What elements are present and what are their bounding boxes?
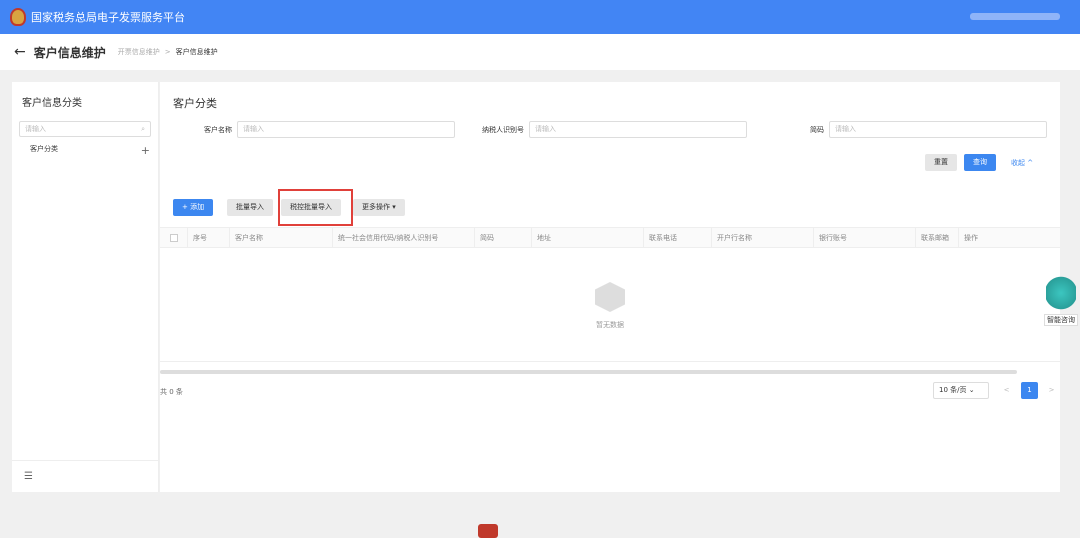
col-bank-account: 银行账号 (813, 228, 847, 248)
taxpayer-id-input[interactable]: 请输入 (529, 121, 747, 138)
page-title: 客户信息维护 (33, 45, 106, 60)
select-all-checkbox[interactable] (170, 234, 178, 242)
next-page-button[interactable]: > (1043, 382, 1060, 399)
col-address: 地址 (531, 228, 551, 248)
total-count: 共 0 条 (160, 388, 183, 396)
breadcrumb-separator: > (164, 48, 171, 56)
main-panel: 客户分类 客户名称 请输入 纳税人识别号 请输入 简码 请输入 重置 查询 收起… (160, 82, 1060, 492)
tree-item-label: 客户分类 (30, 145, 58, 153)
collapse-link[interactable]: 收起 ^ (1011, 158, 1033, 168)
batch-import-button[interactable]: 批量导入 (227, 199, 273, 216)
filter-label: 客户名称 (204, 125, 232, 134)
col-bank-name: 开户行名称 (711, 228, 752, 248)
add-category-icon[interactable]: + (141, 144, 150, 157)
search-placeholder: 请输入 (25, 125, 46, 133)
table-header: 序号 客户名称 统一社会信用代码/纳税人识别号 简码 地址 联系电话 开户行名称… (160, 227, 1060, 248)
emblem-logo (10, 8, 26, 26)
customer-name-input[interactable]: 请输入 (237, 121, 455, 138)
robot-avatar-icon[interactable] (1046, 275, 1076, 315)
short-code-input[interactable]: 请输入 (829, 121, 1047, 138)
page-size-select[interactable]: 10 条/页 ⌄ (933, 382, 989, 399)
breadcrumb-item[interactable]: 开票信息维护 (118, 47, 160, 57)
search-icon[interactable]: ⌕ (141, 125, 145, 134)
prev-page-button[interactable]: < (998, 382, 1015, 399)
col-short-code: 简码 (474, 228, 494, 248)
section-title: 客户分类 (173, 97, 217, 110)
breadcrumb-current: 客户信息维护 (175, 48, 218, 56)
footer-logo (478, 524, 498, 538)
empty-box-icon (595, 282, 625, 312)
tree-item-customer-category[interactable]: 客户分类 + (12, 137, 158, 157)
page-1-button[interactable]: 1 (1021, 382, 1038, 399)
sidebar-title: 客户信息分类 (22, 98, 82, 109)
empty-state: 暂无数据 (160, 248, 1060, 362)
filter-label: 简码 (810, 125, 824, 134)
filter-label: 纳税人识别号 (482, 125, 524, 134)
query-button[interactable]: 查询 (964, 154, 996, 171)
highlight-box (278, 189, 353, 226)
page-header: ← 客户信息维护 开票信息维护 > 客户信息维护 (0, 34, 1080, 70)
empty-text: 暂无数据 (596, 321, 624, 329)
back-arrow-icon[interactable]: ← (14, 44, 26, 60)
sidebar: 客户信息分类 请输入 ⌕ 客户分类 + ☰ (12, 82, 159, 492)
filter-customer-name: 客户名称 请输入 (204, 121, 455, 138)
user-info[interactable] (970, 13, 1060, 20)
sidebar-search-input[interactable]: 请输入 ⌕ (19, 121, 151, 137)
col-phone: 联系电话 (643, 228, 677, 248)
smart-consult-label[interactable]: 智能咨询 (1044, 314, 1078, 326)
col-actions: 操作 (958, 228, 978, 248)
more-actions-dropdown[interactable]: 更多操作 ▾ (353, 199, 405, 216)
col-email: 联系邮箱 (915, 228, 949, 248)
top-bar: 国家税务总局电子发票服务平台 (0, 0, 1080, 34)
collapse-menu-icon[interactable]: ☰ (24, 471, 33, 482)
reset-button[interactable]: 重置 (925, 154, 957, 171)
filter-taxpayer-id: 纳税人识别号 请输入 (482, 121, 747, 138)
horizontal-scrollbar[interactable] (160, 370, 1017, 374)
col-index: 序号 (187, 228, 207, 248)
col-customer-name: 客户名称 (229, 228, 263, 248)
add-button[interactable]: + 添加 (173, 199, 214, 216)
col-credit-code: 统一社会信用代码/纳税人识别号 (332, 228, 438, 248)
smart-consult-widget[interactable]: 智能咨询 (1042, 275, 1080, 326)
filter-short-code: 简码 请输入 (810, 121, 1047, 138)
app-title: 国家税务总局电子发票服务平台 (31, 11, 185, 24)
